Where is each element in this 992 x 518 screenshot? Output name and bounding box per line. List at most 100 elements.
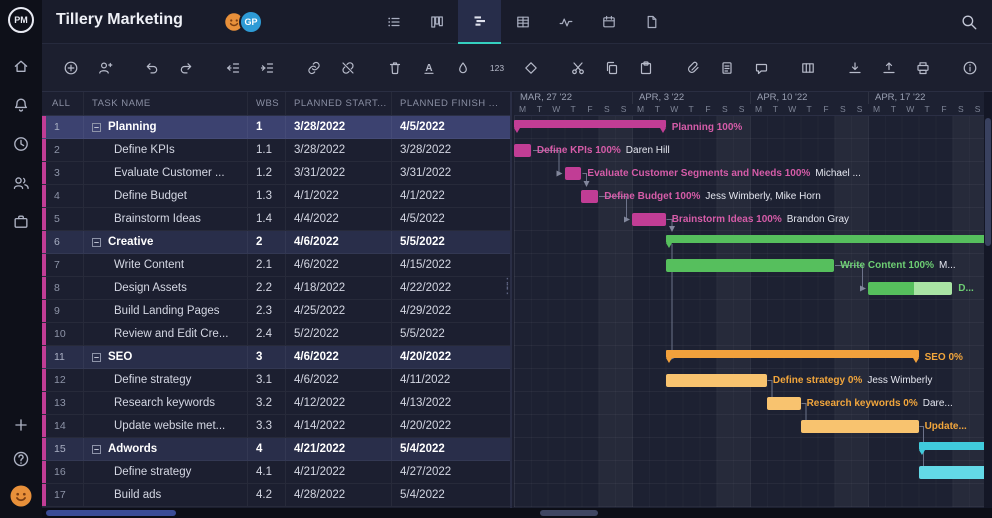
table-row[interactable]: 11–SEO34/6/20224/20/2022 [42,346,510,369]
toolbar-export-button[interactable] [876,55,901,80]
assign-people-icon [97,60,113,76]
sidebar-home-icon[interactable] [12,57,30,75]
table-row[interactable]: 1–Planning13/28/20224/5/2022 [42,116,510,139]
wbs-cell: 1 [248,116,286,138]
toolbar-cut-button[interactable] [565,55,590,80]
gantt-week-label: APR, 3 '22 [632,92,750,104]
table-row[interactable]: 16Define strategy4.14/21/20224/27/2022 [42,461,510,484]
table-row[interactable]: 3Evaluate Customer ...1.23/31/20223/31/2… [42,162,510,185]
table-horizontal-scrollbar[interactable] [46,510,176,516]
gantt-horizontal-scrollbar[interactable] [540,510,598,516]
table-header-col-2[interactable]: WBS [248,92,286,115]
table-row[interactable]: 17Build ads4.24/28/20225/4/2022 [42,484,510,507]
gantt-task-bar[interactable] [581,190,598,203]
view-tab-list-view[interactable] [372,0,415,44]
toolbar-attach-file-button[interactable] [680,55,705,80]
toolbar-assign-people-button[interactable] [92,55,117,80]
view-tab-sheet-view[interactable] [501,0,544,44]
table-row[interactable]: 9Build Landing Pages2.34/25/20224/29/202… [42,300,510,323]
gantt-summary-bar[interactable] [666,235,984,243]
toolbar-add-task-button[interactable] [58,55,83,80]
gantt-task-bar[interactable] [801,420,919,433]
table-row[interactable]: 10Review and Edit Cre...2.45/2/20225/5/2… [42,323,510,346]
table-row[interactable]: 7Write Content2.14/6/20224/15/2022 [42,254,510,277]
gantt-task-bar[interactable] [666,259,835,272]
collaborator-avatars: GP [222,10,263,34]
toolbar-comment-button[interactable] [748,55,773,80]
gantt-task-bar[interactable] [666,374,767,387]
gantt-summary-bar[interactable] [514,120,666,128]
toolbar-fill-color-button[interactable] [450,55,475,80]
sidebar-team-icon[interactable] [12,174,30,192]
panel-splitter[interactable]: ⋮⋮ [501,280,514,292]
table-row[interactable]: 5Brainstorm Ideas1.44/4/20224/5/2022 [42,208,510,231]
gantt-summary-bar[interactable] [919,442,984,450]
table-row[interactable]: 8Design Assets2.24/18/20224/22/2022 [42,277,510,300]
table-row[interactable]: 12Define strategy3.14/6/20224/11/2022 [42,369,510,392]
collapse-icon[interactable]: – [92,445,101,454]
sidebar-portfolio-icon[interactable] [12,213,30,231]
toolbar-format-text-button[interactable]: A [416,55,441,80]
view-tab-activity-view[interactable] [544,0,587,44]
table-row[interactable]: 14Update website met...3.34/14/20224/20/… [42,415,510,438]
sidebar-help-icon[interactable] [12,450,30,468]
toolbar-redo-button[interactable] [173,55,198,80]
toolbar-unlink-tasks-button[interactable] [335,55,360,80]
planned-finish-cell: 4/5/2022 [392,116,510,138]
gantt-day-letter: W [784,104,801,114]
table-header-col-4[interactable]: PLANNED FINISH ... [392,92,510,115]
table-header-col-1[interactable]: TASK NAME [84,92,248,115]
milestone-icon [523,60,539,76]
toolbar-notes-button[interactable] [714,55,739,80]
view-tab-board-view[interactable] [415,0,458,44]
vertical-scrollbar[interactable] [984,92,992,508]
search-icon[interactable] [960,13,978,31]
gantt-task-bar[interactable] [632,213,666,226]
gantt-task-bar[interactable] [767,397,801,410]
toolbar-indent-button[interactable] [254,55,279,80]
toolbar-copy-button[interactable] [599,55,624,80]
toolbar-paste-button[interactable] [633,55,658,80]
table-row[interactable]: 13Research keywords3.24/12/20224/13/2022 [42,392,510,415]
table-header-col-0[interactable]: ALL [42,92,84,115]
toolbar-number-format-button[interactable]: 123 [484,55,509,80]
gantt-task-bar[interactable] [868,282,952,295]
view-tab-gantt-view[interactable] [458,0,501,44]
toolbar-undo-button[interactable] [139,55,164,80]
gantt-day-letter: T [801,104,818,114]
user-avatar[interactable] [9,484,33,508]
pm-logo-text: PM [14,15,28,25]
toolbar-outdent-button[interactable] [220,55,245,80]
view-tab-calendar-view[interactable] [587,0,630,44]
toolbar-print-button[interactable] [910,55,935,80]
task-name: Write Content [114,259,184,271]
gantt-task-bar[interactable] [565,167,582,180]
table-header-col-3[interactable]: PLANNED START... [286,92,392,115]
table-row[interactable]: 15–Adwords44/21/20225/4/2022 [42,438,510,461]
toolbar-info-button[interactable] [957,55,982,80]
gantt-task-bar[interactable] [514,144,531,157]
sidebar-recent-icon[interactable] [12,135,30,153]
table-row[interactable]: 6–Creative24/6/20225/5/2022 [42,231,510,254]
wbs-cell: 2.4 [248,323,286,345]
bottom-scroll-area [42,508,992,518]
gantt-task-bar[interactable] [919,466,984,479]
table-row[interactable]: 4Define Budget1.34/1/20224/1/2022 [42,185,510,208]
task-name: Define strategy [114,466,191,478]
toolbar-delete-task-button[interactable] [382,55,407,80]
collapse-icon[interactable]: – [92,123,101,132]
toolbar-milestone-button[interactable] [518,55,543,80]
table-row[interactable]: 2Define KPIs1.13/28/20223/28/2022 [42,139,510,162]
vertical-scrollbar-thumb[interactable] [985,118,991,246]
toolbar-link-tasks-button[interactable] [301,55,326,80]
sidebar-notifications-icon[interactable] [12,96,30,114]
collapse-icon[interactable]: – [92,353,101,362]
toolbar-import-button[interactable] [842,55,867,80]
toolbar-columns-button[interactable] [795,55,820,80]
collaborator-avatar-gp[interactable]: GP [239,10,263,34]
gantt-summary-bar[interactable] [666,350,919,358]
sidebar-add-icon[interactable] [12,416,30,434]
view-tab-doc-view[interactable] [630,0,673,44]
pm-logo[interactable]: PM [8,7,34,33]
collapse-icon[interactable]: – [92,238,101,247]
